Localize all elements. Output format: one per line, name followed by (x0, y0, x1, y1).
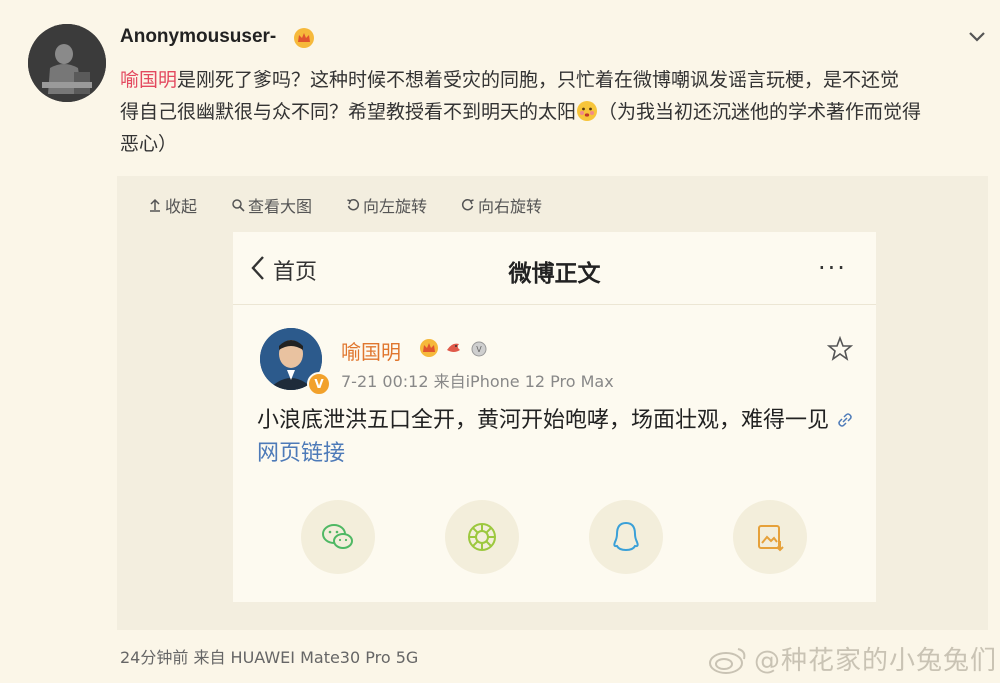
verified-badge: V (307, 372, 331, 396)
post-meta: 7-21 00:12 来自iPhone 12 Pro Max (341, 372, 614, 391)
wechat-icon (322, 524, 353, 549)
rotate-right-icon (461, 198, 474, 211)
collapse-icon (150, 198, 160, 212)
post-text-line3: 恶心） (120, 133, 178, 155)
crown-icon (294, 28, 314, 48)
crown-icon (420, 339, 438, 357)
user-avatar[interactable] (28, 24, 106, 102)
post-text-line1: 是刚死了爹吗？这种时候不想着受灾的同胞，只忙着在微博嘲讽发谣言玩梗，是不还觉 (177, 69, 900, 91)
search-icon (232, 199, 245, 212)
weibo-watermark: @种花家的小兔兔们 (706, 640, 997, 677)
emoji-icon (577, 101, 598, 121)
moments-icon (468, 523, 496, 551)
svg-text:V: V (476, 345, 482, 354)
view-large-label: 查看大图 (248, 197, 313, 216)
link-icon (838, 413, 852, 427)
screenshot-body: 小浪底泄洪五口全开，黄河开始咆哮，场面壮观，难得一见 网页链接 (257, 404, 857, 470)
watermark-text: @种花家的小兔兔们 (754, 646, 998, 676)
share-moments-button (445, 500, 519, 574)
embedded-screenshot: 首页 微博正文 ··· V 喻国明 V 7-21 00:12 来自iPhone … (233, 232, 876, 602)
share-wechat-button (301, 500, 375, 574)
medal-icon: V (471, 341, 487, 357)
view-large-button[interactable]: 查看大图 (231, 193, 312, 217)
author-name: 喻国明 (341, 340, 401, 364)
rotate-right-label: 向右旋转 (478, 197, 543, 216)
username[interactable]: Anonymoususer- (120, 26, 276, 48)
mention-link[interactable]: 喻国明 (120, 69, 177, 91)
bird-badge-icon (447, 343, 460, 352)
post-footer: 24分钟前 来自 HUAWEI Mate30 Pro 5G (120, 648, 419, 667)
author-badges: V (419, 338, 489, 358)
collapse-label: 收起 (165, 197, 198, 216)
rotate-right-button[interactable]: 向右旋转 (461, 193, 542, 217)
rotate-left-icon (347, 198, 360, 211)
screenshot-title: 微博正文 (508, 261, 601, 287)
star-icon (827, 336, 853, 361)
link-text: 网页链接 (257, 441, 346, 466)
share-row (301, 500, 807, 574)
weibo-logo-icon (709, 647, 746, 674)
save-image-button (733, 500, 807, 574)
post-text: 喻国明是刚死了爹吗？这种时候不想着受灾的同胞，只忙着在微博嘲讽发谣言玩梗，是不还… (120, 64, 980, 160)
save-image-icon (758, 525, 784, 552)
post-text-line2-end: （为我当初还沉迷他的学术著作而觉得 (598, 101, 922, 123)
rotate-left-label: 向左旋转 (363, 197, 428, 216)
more-icon: ··· (818, 254, 847, 282)
collapse-button[interactable]: 收起 (148, 193, 197, 217)
qq-icon (613, 521, 639, 552)
screenshot-header: 首页 微博正文 ··· (233, 232, 876, 305)
body-text: 小浪底泄洪五口全开，黄河开始咆哮，场面壮观，难得一见 (257, 408, 830, 433)
chevron-down-icon[interactable] (967, 30, 987, 44)
share-qq-button (589, 500, 663, 574)
image-toolbar: 收起 查看大图 向左旋转 向右旋转 (148, 192, 542, 218)
post-text-line2: 得自己很幽默很与众不同？希望教授看不到明天的太阳 (120, 101, 577, 123)
rotate-left-button[interactable]: 向左旋转 (346, 193, 427, 217)
